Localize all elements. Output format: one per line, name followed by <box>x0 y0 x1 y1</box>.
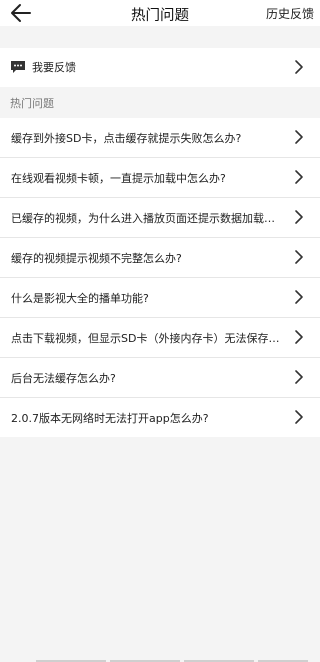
my-feedback-row[interactable]: 我要反馈 <box>0 48 320 87</box>
question-row[interactable]: 点击下载视频，但显示SD卡（外接内存卡）无法保存… <box>0 318 320 358</box>
question-row[interactable]: 在线观看视频卡顿，一直提示加载中怎么办? <box>0 158 320 198</box>
question-text: 2.0.7版本无网络时无法打开app怎么办? <box>11 412 209 425</box>
history-feedback-link[interactable]: 历史反馈 <box>266 5 314 22</box>
bottom-divider <box>0 658 320 662</box>
question-text: 缓存到外接SD卡，点击缓存就提示失败怎么办? <box>11 132 242 145</box>
question-row[interactable]: 已缓存的视频，为什么进入播放页面还提示数据加载… <box>0 198 320 238</box>
question-text: 后台无法缓存怎么办? <box>11 372 116 385</box>
question-row[interactable]: 缓存到外接SD卡，点击缓存就提示失败怎么办? <box>0 118 320 158</box>
question-row[interactable]: 什么是影视大全的播单功能? <box>0 278 320 318</box>
section-title: 热门问题 <box>10 97 54 110</box>
chevron-right-icon <box>295 170 303 184</box>
question-row[interactable]: 缓存的视频提示视频不完整怎么办? <box>0 238 320 278</box>
question-row[interactable]: 2.0.7版本无网络时无法打开app怎么办? <box>0 398 320 437</box>
question-text: 已缓存的视频，为什么进入播放页面还提示数据加载… <box>11 212 275 225</box>
question-text: 在线观看视频卡顿，一直提示加载中怎么办? <box>11 172 226 185</box>
chevron-right-icon <box>295 60 303 74</box>
back-arrow-icon[interactable] <box>9 2 33 24</box>
top-bar: 热门问题 历史反馈 <box>0 0 320 26</box>
question-text: 什么是影视大全的播单功能? <box>11 292 149 305</box>
chevron-right-icon <box>295 370 303 384</box>
question-list: 缓存到外接SD卡，点击缓存就提示失败怎么办? 在线观看视频卡顿，一直提示加载中怎… <box>0 118 320 437</box>
question-text: 点击下载视频，但显示SD卡（外接内存卡）无法保存… <box>11 332 280 345</box>
chevron-right-icon <box>295 410 303 424</box>
question-row[interactable]: 后台无法缓存怎么办? <box>0 358 320 398</box>
chevron-right-icon <box>295 210 303 224</box>
question-text: 缓存的视频提示视频不完整怎么办? <box>11 252 182 265</box>
chevron-right-icon <box>295 250 303 264</box>
chevron-right-icon <box>295 330 303 344</box>
my-feedback-label: 我要反馈 <box>32 61 76 74</box>
message-icon <box>11 61 25 73</box>
chevron-right-icon <box>295 130 303 144</box>
chevron-right-icon <box>295 290 303 304</box>
